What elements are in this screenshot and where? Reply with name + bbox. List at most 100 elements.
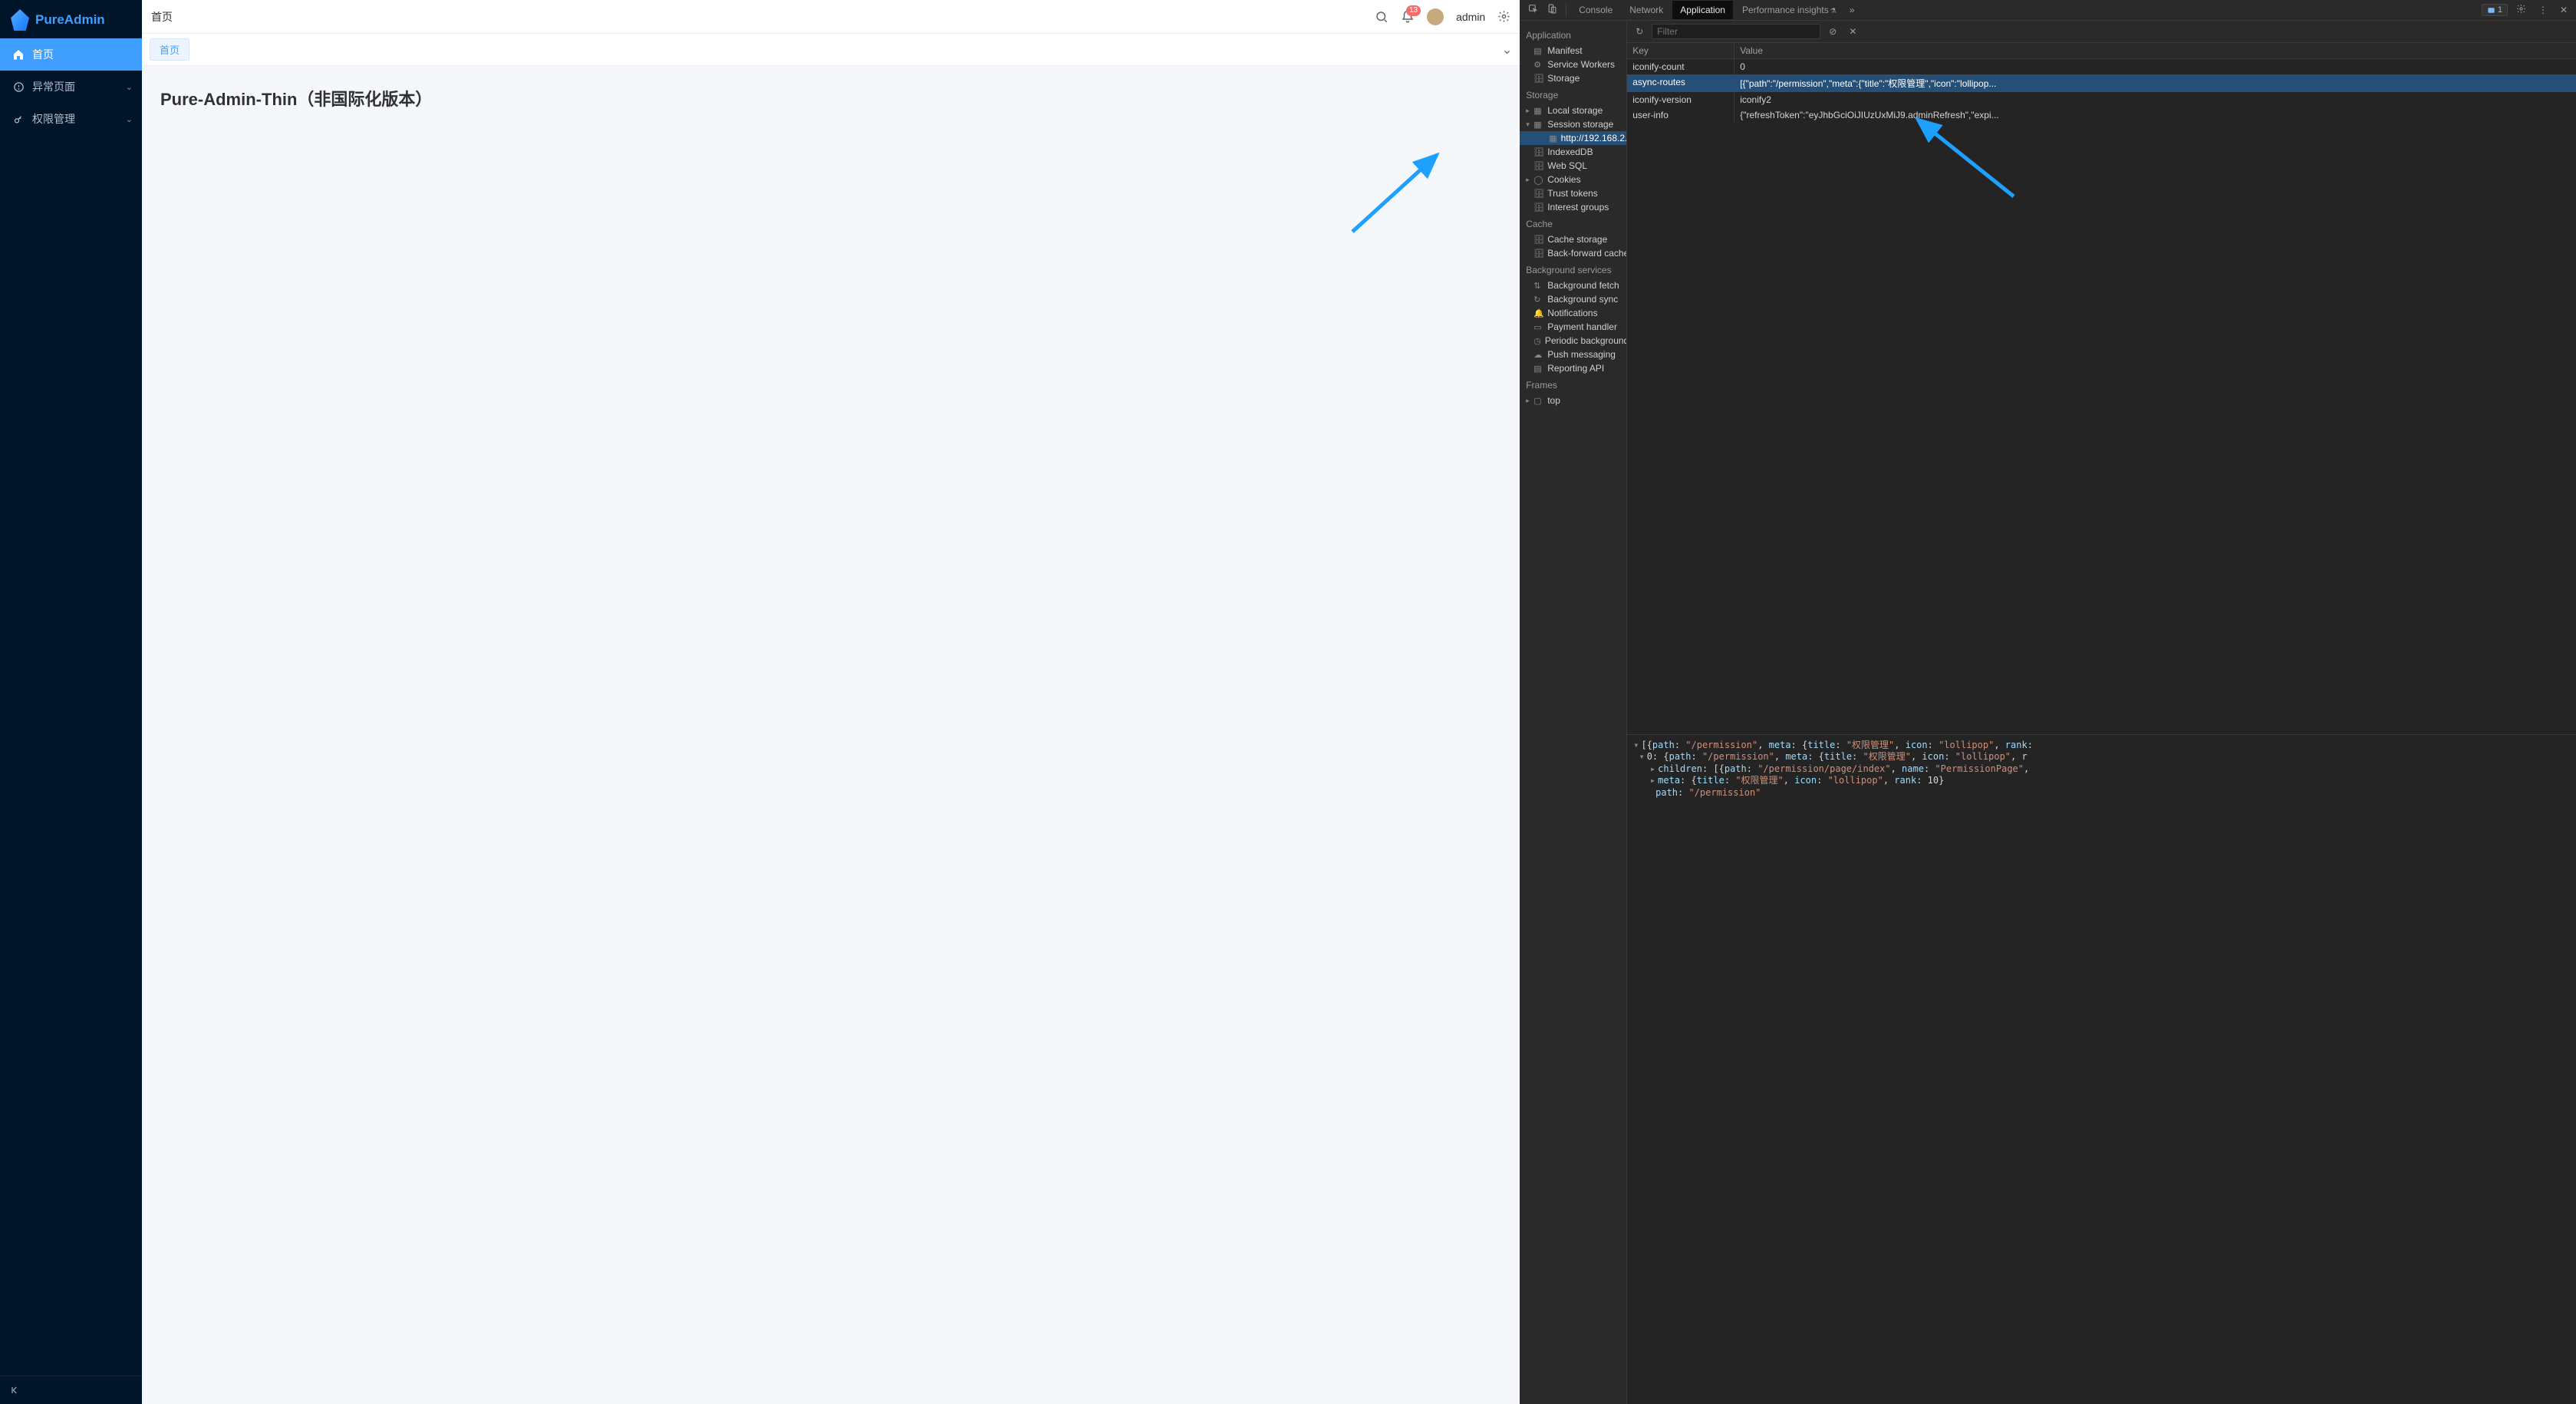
table-row[interactable]: iconify-count0 xyxy=(1627,59,2576,74)
sidebar-collapse[interactable] xyxy=(0,1376,142,1404)
file-icon: ▤ xyxy=(1533,46,1543,56)
tree-item-bg-fetch[interactable]: ⇅Background fetch xyxy=(1520,278,1626,292)
page-title: Pure-Admin-Thin（非国际化版本） xyxy=(160,86,1501,110)
tree-item-cache-storage[interactable]: 🗄Cache storage xyxy=(1520,232,1626,246)
tree-section-cache: Cache xyxy=(1520,214,1626,232)
cell-value: {"refreshToken":"eyJhbGciOiJIUzUxMiJ9.ad… xyxy=(1734,107,2576,123)
tab-label: Performance insights xyxy=(1742,5,1829,15)
tab-menu-icon[interactable]: ⌄ xyxy=(1502,42,1512,58)
table-row[interactable]: iconify-versioniconify2 xyxy=(1627,92,2576,107)
issues-count: 1 xyxy=(2498,5,2502,15)
sidebar-item-permissions[interactable]: 权限管理 ⌄ xyxy=(0,103,142,135)
tree-item-bfcache[interactable]: 🗄Back-forward cache xyxy=(1520,246,1626,260)
info-icon xyxy=(12,81,25,93)
tree-item-bg-sync[interactable]: ↻Background sync xyxy=(1520,292,1626,306)
storage-table: Key Value iconify-count0async-routes[{"p… xyxy=(1627,43,2576,735)
issues-badge[interactable]: 1 xyxy=(2482,4,2508,16)
more-tabs-icon[interactable]: » xyxy=(1846,2,1859,18)
tree-item-local-storage[interactable]: ▸▦Local storage xyxy=(1520,104,1626,117)
refresh-icon[interactable]: ↻ xyxy=(1632,24,1647,39)
window-icon: ▢ xyxy=(1533,396,1543,406)
cell-value: [{"path":"/permission","meta":{"title":"… xyxy=(1734,74,2576,92)
caret-right-icon: ▸ xyxy=(1526,176,1532,184)
application-tree: Application ▤Manifest ⚙Service Workers 🗄… xyxy=(1520,21,1627,1404)
tree-item-cookies[interactable]: ▸◯Cookies xyxy=(1520,173,1626,186)
clear-icon[interactable]: ⊘ xyxy=(1825,24,1840,39)
bell-icon[interactable]: 13 xyxy=(1401,10,1415,24)
cell-value: iconify2 xyxy=(1734,92,2576,107)
cell-key: iconify-count xyxy=(1627,59,1734,74)
close-icon[interactable]: ✕ xyxy=(1845,24,1860,39)
username[interactable]: admin xyxy=(1456,11,1485,23)
sidebar-item-label: 异常页面 xyxy=(32,79,75,94)
flask-icon: ⚗ xyxy=(1830,7,1836,15)
gear-icon[interactable] xyxy=(1497,10,1510,23)
devtools-tabbar: Console Network Application Performance … xyxy=(1520,0,2576,21)
tab-performance-insights[interactable]: Performance insights⚗ xyxy=(1734,1,1844,19)
table-row[interactable]: async-routes[{"path":"/permission","meta… xyxy=(1627,74,2576,92)
col-header-value[interactable]: Value xyxy=(1734,43,2576,58)
caret-right-icon: ▸ xyxy=(1526,397,1532,405)
tree-item-payment-handler[interactable]: ▭Payment handler xyxy=(1520,320,1626,334)
tree-item-interest-groups[interactable]: 🗄Interest groups xyxy=(1520,200,1626,214)
sidebar-item-label: 首页 xyxy=(32,47,54,62)
sidebar-item-label: 权限管理 xyxy=(32,111,75,127)
grid-icon: ▦ xyxy=(1533,106,1543,116)
tree-item-periodic-bg[interactable]: ◷Periodic background xyxy=(1520,334,1626,348)
sync-icon: ↻ xyxy=(1533,295,1543,305)
brand-logo: PureAdmin xyxy=(0,0,142,38)
tree-item-manifest[interactable]: ▤Manifest xyxy=(1520,44,1626,58)
breadcrumb: 首页 xyxy=(151,9,173,25)
caret-down-icon: ▾ xyxy=(1526,120,1532,129)
database-icon: 🗄 xyxy=(1533,74,1543,84)
chevron-down-icon: ⌄ xyxy=(126,82,133,92)
kebab-icon[interactable]: ⋮ xyxy=(2535,2,2551,18)
grid-icon: ▦ xyxy=(1549,133,1556,143)
settings-gear-icon[interactable] xyxy=(2512,2,2530,18)
tab-application[interactable]: Application xyxy=(1672,1,1733,19)
table-row[interactable]: user-info{"refreshToken":"eyJhbGciOiJIUz… xyxy=(1627,107,2576,123)
search-icon[interactable] xyxy=(1375,10,1388,24)
tab-console[interactable]: Console xyxy=(1571,1,1620,19)
caret-right-icon: ▸ xyxy=(1526,107,1532,115)
value-preview: ▾[{path: "/permission", meta: {title: "权… xyxy=(1627,735,2576,1404)
tree-item-trust-tokens[interactable]: 🗄Trust tokens xyxy=(1520,186,1626,200)
device-toggle-icon[interactable] xyxy=(1543,2,1561,18)
database-icon: 🗄 xyxy=(1533,161,1543,171)
tab-network[interactable]: Network xyxy=(1622,1,1671,19)
updown-icon: ⇅ xyxy=(1533,281,1543,291)
tree-item-session-storage[interactable]: ▾▦Session storage xyxy=(1520,117,1626,131)
tree-item-storage[interactable]: 🗄Storage xyxy=(1520,71,1626,85)
database-icon: 🗄 xyxy=(1533,249,1543,259)
col-header-key[interactable]: Key xyxy=(1627,43,1734,58)
grid-icon: ▦ xyxy=(1533,120,1543,130)
tree-item-top-frame[interactable]: ▸▢top xyxy=(1520,394,1626,407)
cloud-icon: ☁ xyxy=(1533,350,1543,360)
close-icon[interactable]: ✕ xyxy=(2556,2,2571,18)
file-icon: ▤ xyxy=(1533,364,1543,374)
cell-value: 0 xyxy=(1734,59,2576,74)
filter-input[interactable] xyxy=(1652,24,1820,39)
avatar[interactable] xyxy=(1427,8,1444,25)
inspect-icon[interactable] xyxy=(1524,2,1542,18)
tree-section-frames: Frames xyxy=(1520,375,1626,394)
tab-home[interactable]: 首页 xyxy=(150,38,189,61)
tree-item-push-messaging[interactable]: ☁Push messaging xyxy=(1520,348,1626,361)
notification-badge: 13 xyxy=(1406,5,1421,16)
cell-key: iconify-version xyxy=(1627,92,1734,107)
key-icon xyxy=(12,113,25,125)
tree-section-storage: Storage xyxy=(1520,85,1626,104)
tree-item-indexeddb[interactable]: 🗄IndexedDB xyxy=(1520,145,1626,159)
devtools: Console Network Application Performance … xyxy=(1520,0,2576,1404)
tree-item-websql[interactable]: 🗄Web SQL xyxy=(1520,159,1626,173)
card-icon: ▭ xyxy=(1533,322,1543,332)
tree-item-notifications[interactable]: 🔔Notifications xyxy=(1520,306,1626,320)
tree-item-reporting-api[interactable]: ▤Reporting API xyxy=(1520,361,1626,375)
bell-icon: 🔔 xyxy=(1533,308,1543,318)
tab-bar: 首页 ⌄ xyxy=(142,34,1520,66)
sidebar-item-home[interactable]: 首页 xyxy=(0,38,142,71)
sidebar-item-error-pages[interactable]: 异常页面 ⌄ xyxy=(0,71,142,103)
tree-item-origin[interactable]: ▦http://192.168.2.12 xyxy=(1520,131,1626,145)
tree-item-service-workers[interactable]: ⚙Service Workers xyxy=(1520,58,1626,71)
home-icon xyxy=(12,48,25,61)
